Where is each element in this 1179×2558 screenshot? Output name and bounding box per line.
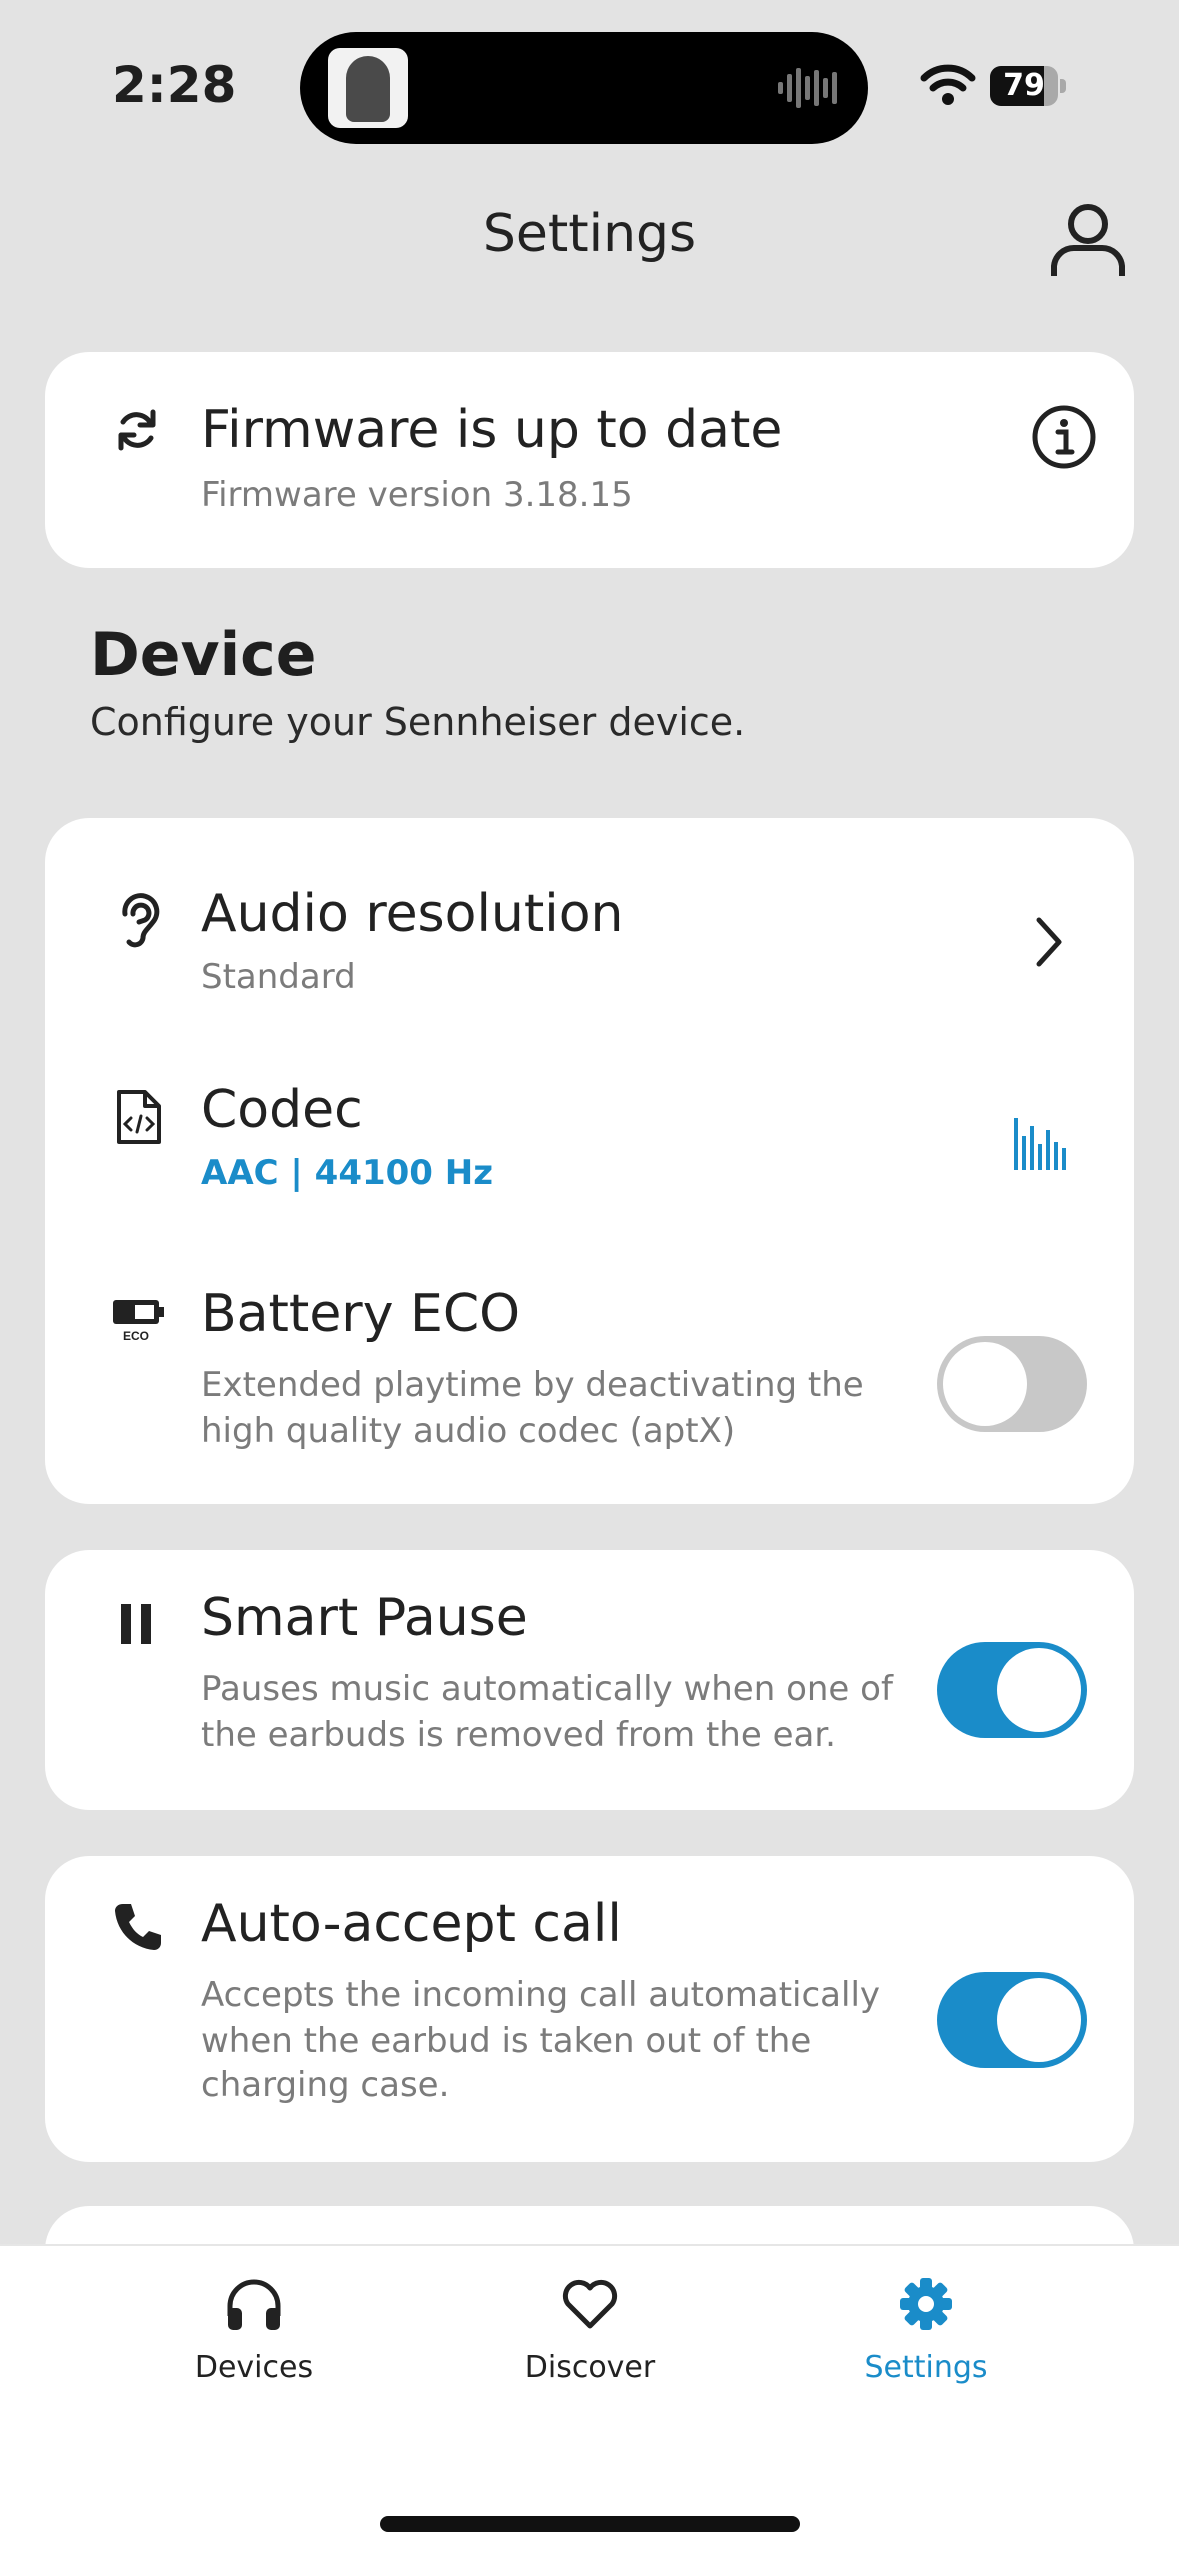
audio-resolution-value: Standard bbox=[201, 957, 356, 997]
pause-icon bbox=[121, 1604, 151, 1644]
section-subtitle-device: Configure your Sennheiser device. bbox=[90, 700, 746, 744]
auto-accept-description-1: Accepts the incoming call automatically bbox=[201, 1975, 881, 2015]
auto-accept-call-title: Auto-accept call bbox=[201, 1894, 622, 1954]
tab-devices[interactable]: Devices bbox=[124, 2276, 384, 2385]
sync-icon bbox=[118, 409, 156, 451]
wifi-icon bbox=[920, 64, 976, 105]
tab-settings-label: Settings bbox=[864, 2350, 988, 2385]
battery-eco-description-1: Extended playtime by deactivating the bbox=[201, 1365, 864, 1405]
gear-icon bbox=[900, 2278, 952, 2330]
person-icon[interactable] bbox=[1048, 200, 1128, 280]
battery-eco-toggle[interactable] bbox=[937, 1336, 1087, 1432]
tab-discover-label: Discover bbox=[524, 2350, 656, 2385]
tab-settings[interactable]: Settings bbox=[796, 2276, 1056, 2385]
auto-accept-call-card: Auto-accept call Accepts the incoming ca… bbox=[45, 1856, 1134, 2162]
auto-accept-call-toggle[interactable] bbox=[937, 1972, 1087, 2068]
smart-pause-toggle[interactable] bbox=[937, 1642, 1087, 1738]
home-indicator bbox=[380, 2516, 800, 2532]
phone-icon bbox=[115, 1904, 161, 1950]
battery-indicator: 79 bbox=[990, 66, 1068, 106]
battery-eco-title: Battery ECO bbox=[201, 1284, 521, 1344]
auto-accept-description-2: when the earbud is taken out of the bbox=[201, 2021, 812, 2061]
info-icon[interactable] bbox=[1031, 404, 1097, 470]
smart-pause-description-2: the earbuds is removed from the ear. bbox=[201, 1715, 836, 1755]
audio-resolution-title: Audio resolution bbox=[201, 884, 624, 944]
tab-discover[interactable]: Discover bbox=[460, 2276, 720, 2385]
smart-pause-title: Smart Pause bbox=[201, 1588, 528, 1648]
firmware-card[interactable]: Firmware is up to date Firmware version … bbox=[45, 352, 1134, 568]
dynamic-island bbox=[300, 32, 868, 144]
heart-icon bbox=[562, 2279, 618, 2329]
firmware-version: Firmware version 3.18.15 bbox=[201, 475, 633, 515]
page-title: Settings bbox=[482, 204, 697, 264]
headphones-icon bbox=[227, 2279, 281, 2330]
tab-devices-label: Devices bbox=[194, 2350, 314, 2385]
battery-percent: 79 bbox=[1003, 68, 1045, 103]
code-file-icon bbox=[117, 1090, 161, 1144]
audio-waveform-icon bbox=[778, 68, 837, 108]
now-playing-artwork bbox=[328, 48, 408, 128]
section-title-device: Device bbox=[90, 620, 317, 690]
device-settings-card: Audio resolution Standard Codec AAC | 44… bbox=[45, 818, 1134, 1504]
codec-title: Codec bbox=[201, 1080, 363, 1140]
status-time: 2:28 bbox=[112, 56, 237, 114]
audio-bars-icon bbox=[1014, 1118, 1066, 1170]
auto-accept-description-3: charging case. bbox=[201, 2065, 450, 2105]
battery-eco-icon-label: ECO bbox=[123, 1329, 149, 1342]
chevron-right-icon bbox=[1036, 917, 1062, 967]
codec-value: AAC | 44100 Hz bbox=[201, 1153, 494, 1193]
audio-resolution-row[interactable]: Audio resolution Standard bbox=[45, 818, 1134, 998]
tab-bar: Devices Discover Settings bbox=[0, 2244, 1179, 2558]
firmware-status-title: Firmware is up to date bbox=[201, 400, 783, 460]
battery-eco-icon: ECO bbox=[113, 1300, 164, 1342]
ear-icon bbox=[122, 893, 160, 948]
smart-pause-card: Smart Pause Pauses music automatically w… bbox=[45, 1550, 1134, 1810]
smart-pause-description-1: Pauses music automatically when one of bbox=[201, 1669, 893, 1709]
battery-eco-description-2: high quality audio codec (aptX) bbox=[201, 1411, 736, 1451]
